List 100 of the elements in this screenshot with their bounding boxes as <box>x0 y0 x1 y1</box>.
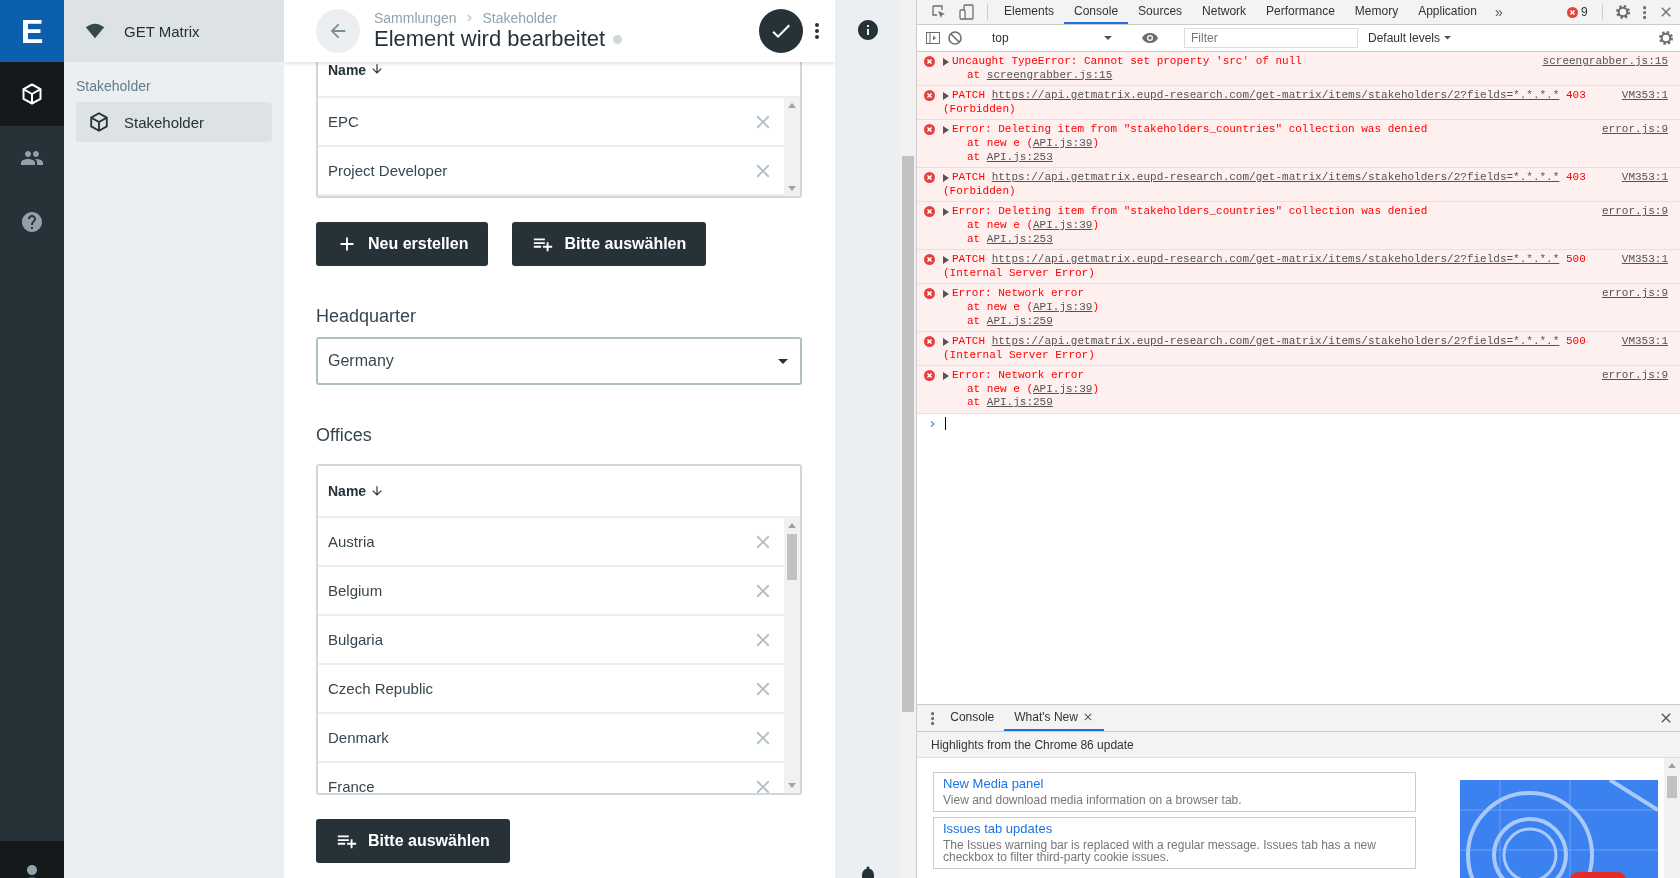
dropdown-icon[interactable] <box>1104 36 1112 40</box>
app-logo[interactable]: E <box>0 0 64 62</box>
expand-icon[interactable] <box>943 57 949 66</box>
more-tabs-button[interactable]: » <box>1486 0 1511 24</box>
error-message: Error: Deleting item from "stakeholders_countries" collection was denied <box>952 205 1428 219</box>
stack-link[interactable]: API.js:39 <box>1033 382 1093 395</box>
list-row[interactable]: EPC <box>318 98 784 147</box>
source-link[interactable]: VM353:1 <box>1621 253 1668 281</box>
stack-line: at API.js:253 <box>966 232 1054 247</box>
devtools-tab[interactable]: Performance <box>1256 0 1345 24</box>
list-row[interactable]: Czech Republic <box>318 665 784 714</box>
device-icon[interactable] <box>959 4 975 20</box>
error-count-badge[interactable]: 9 <box>1559 0 1596 24</box>
row-label: France <box>328 778 375 793</box>
error-icon <box>1567 6 1579 18</box>
feature-title[interactable]: New Media panel <box>943 776 1406 791</box>
source-link[interactable]: screengrabber.js:15 <box>1542 55 1668 83</box>
dropdown-icon[interactable] <box>1444 36 1452 40</box>
column-header[interactable]: Name <box>328 483 367 499</box>
source-link[interactable]: error.js:9 <box>1602 287 1668 329</box>
error-icon <box>924 172 935 184</box>
create-button[interactable]: Neu erstellen <box>316 222 489 266</box>
request-url-link[interactable]: https://api.getmatrix.eupd-research.com/get-matrix/items/stakeholders/2?fields=*.*.*.* <box>991 253 1560 266</box>
drawer-tab[interactable]: Console <box>940 705 1005 731</box>
expand-icon[interactable] <box>943 92 949 100</box>
column-header[interactable]: Name <box>328 62 367 78</box>
source-link[interactable]: VM353:1 <box>1621 335 1668 363</box>
page-scrollbar[interactable] <box>900 0 916 878</box>
request-url-link[interactable]: https://api.getmatrix.eupd-research.com/get-matrix/items/stakeholders/2?fields=*.*.*.* <box>991 335 1560 348</box>
list-row[interactable]: Project Developer <box>318 147 784 196</box>
list-row[interactable]: Austria <box>318 518 784 567</box>
list-row[interactable]: Denmark <box>318 714 784 763</box>
expand-icon[interactable] <box>943 173 949 182</box>
list-row[interactable]: Belgium <box>318 567 784 616</box>
stack-line: at new e (API.js:39) <box>966 218 1101 233</box>
source-link[interactable]: VM353:1 <box>1621 89 1668 117</box>
status-text: (Internal Server Error) <box>943 266 1096 281</box>
devtools-tab[interactable]: Console <box>1064 0 1129 24</box>
expand-icon[interactable] <box>943 255 949 264</box>
request-url-link[interactable]: https://api.getmatrix.eupd-research.com/get-matrix/items/stakeholders/2?fields=*.*.*.* <box>991 89 1560 102</box>
page-title: Element wird bearbeitet <box>374 26 606 52</box>
levels-dropdown[interactable]: Default levels <box>1364 31 1456 45</box>
expand-icon[interactable] <box>943 208 949 217</box>
headquarter-dropdown[interactable]: Germany <box>316 337 802 385</box>
select-button[interactable]: Bitte auswählen <box>316 819 510 863</box>
error-message: Error: Network error <box>952 287 1085 301</box>
devtools-tab[interactable]: Elements <box>994 0 1065 24</box>
expand-icon[interactable] <box>943 337 949 346</box>
stack-line: at API.js:259 <box>966 314 1054 329</box>
source-link[interactable]: VM353:1 <box>1621 171 1668 199</box>
scrollbar[interactable] <box>1664 758 1680 878</box>
feature-card[interactable]: Issues tab updates The Issues warning bar is replaced with a regular message. Issues tab has a new checkbox to filter third-party cookie issues. <box>933 816 1416 869</box>
stack-link[interactable]: API.js:39 <box>1033 136 1093 149</box>
settings-icon[interactable] <box>1658 30 1674 46</box>
sidebar-toggle-icon[interactable] <box>925 30 941 46</box>
field-label: Offices <box>316 425 373 446</box>
expand-icon[interactable] <box>943 126 949 135</box>
stack-link[interactable]: API.js:259 <box>986 396 1053 409</box>
stack-link[interactable]: API.js:253 <box>986 150 1053 163</box>
stack-link[interactable]: API.js:253 <box>986 232 1053 245</box>
expand-icon[interactable] <box>943 290 949 299</box>
stack-link[interactable]: screengrabber.js:15 <box>986 68 1113 81</box>
feature-title[interactable]: Issues tab updates <box>943 820 1406 836</box>
devtools-tab[interactable]: Application <box>1408 0 1487 24</box>
inspect-icon[interactable] <box>931 4 947 20</box>
devtools-tab[interactable]: Memory <box>1344 0 1409 24</box>
nav-item[interactable]: Stakeholder <box>76 102 272 142</box>
source-link[interactable]: error.js:9 <box>1602 123 1668 165</box>
scrollbar[interactable] <box>784 98 800 196</box>
back-button[interactable] <box>316 9 360 53</box>
whats-new-headline: Highlights from the Chrome 86 update <box>917 732 1680 758</box>
filter-field[interactable]: Filter <box>1184 28 1358 48</box>
stack-line: at new e (API.js:39) <box>966 136 1101 151</box>
clear-console-icon[interactable] <box>947 30 963 46</box>
select-button[interactable]: Bitte auswählen <box>512 222 707 266</box>
row-label: Czech Republic <box>328 680 434 697</box>
context-selector[interactable]: top <box>988 31 1116 45</box>
source-link[interactable]: error.js:9 <box>1602 369 1668 411</box>
devtools-tab[interactable]: Sources <box>1128 0 1193 24</box>
scrollbar[interactable] <box>784 518 800 793</box>
rail-item[interactable] <box>0 62 64 126</box>
project-name[interactable]: GET Matrix <box>124 22 200 40</box>
more-icon[interactable] <box>815 23 819 39</box>
stack-link[interactable]: API.js:39 <box>1033 218 1093 231</box>
status-text: (Forbidden) <box>943 102 1017 117</box>
save-button[interactable] <box>759 9 803 53</box>
error-icon <box>924 56 935 67</box>
eye-icon[interactable] <box>1141 30 1159 46</box>
stack-link[interactable]: API.js:259 <box>986 314 1053 327</box>
list-row[interactable]: Bulgaria <box>318 616 784 665</box>
settings-icon[interactable] <box>1614 4 1631 20</box>
request-url-link[interactable]: https://api.getmatrix.eupd-research.com/get-matrix/items/stakeholders/2?fields=*.*.*.* <box>991 171 1560 184</box>
source-link[interactable]: error.js:9 <box>1602 205 1668 247</box>
stack-link[interactable]: API.js:39 <box>1033 300 1093 313</box>
help-icon <box>20 210 44 234</box>
dropdown-icon[interactable] <box>778 358 788 364</box>
feature-card[interactable]: New Media panel View and download media information on a browser tab. <box>933 772 1416 812</box>
devtools-tab[interactable]: Network <box>1192 0 1257 24</box>
error-message: Error: Network error <box>952 369 1085 383</box>
expand-icon[interactable] <box>943 372 949 381</box>
